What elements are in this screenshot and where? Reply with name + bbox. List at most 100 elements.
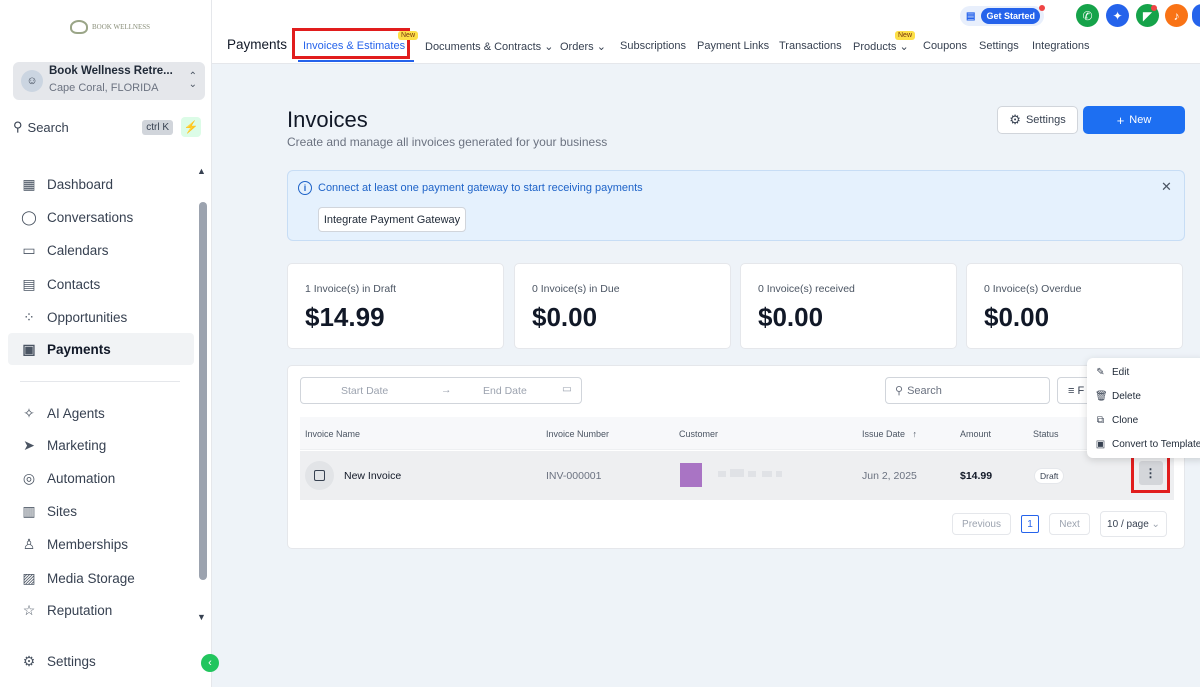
table-row[interactable]: New Invoice INV-000001 Jun 2, 2025 $14.9… <box>300 451 1174 500</box>
tab-documents-contracts[interactable]: Documents & Contracts ⌄ <box>425 40 553 53</box>
scroll-down-icon[interactable]: ▼ <box>197 612 206 622</box>
automation-icon: ◎ <box>22 469 36 486</box>
sidebar-item-opportunities[interactable]: ⁘ Opportunities <box>8 301 194 333</box>
end-date-input[interactable]: End Date <box>483 385 527 397</box>
next-page-button[interactable]: Next <box>1049 513 1090 535</box>
tab-payment-links[interactable]: Payment Links <box>697 40 769 52</box>
tab-products[interactable]: Products ⌄ <box>853 40 909 53</box>
chevron-down-icon: ⌄ <box>544 41 554 53</box>
stat-value: $0.00 <box>532 302 598 332</box>
tab-coupons[interactable]: Coupons <box>923 40 967 52</box>
new-invoice-button[interactable]: + New <box>1083 106 1185 134</box>
sidebar-item-dashboard[interactable]: ▦ Dashboard <box>8 168 194 200</box>
page-size-value: 10 / page <box>1107 518 1149 530</box>
sidebar-item-conversations[interactable]: ◯ Conversations <box>8 201 194 233</box>
menu-item-clone[interactable]: ⧉ Clone <box>1095 415 1138 426</box>
tab-settings[interactable]: Settings <box>979 40 1019 52</box>
magic-wand-icon[interactable]: ✦ <box>1106 4 1129 27</box>
stat-value: $0.00 <box>758 302 824 332</box>
sidebar-item-ai-agents[interactable]: ✧ AI Agents <box>8 397 194 429</box>
page-section-title: Payments <box>227 37 288 52</box>
page-size-select[interactable]: 10 / page ⌄ <box>1100 511 1167 537</box>
stat-label: 0 Invoice(s) in Due <box>532 283 620 295</box>
get-started-button[interactable]: Get Started <box>981 8 1040 24</box>
sites-icon: ▥ <box>22 502 36 519</box>
sidebar-item-label: Dashboard <box>47 176 114 192</box>
scroll-up-icon[interactable]: ▲ <box>197 166 206 176</box>
row-actions-menu: ✎ Edit 🗑 Delete ⧉ Clone ▣ Convert to Templat… <box>1087 358 1200 458</box>
trash-icon: 🗑 <box>1095 391 1108 402</box>
settings-button[interactable]: ⚙ Settings <box>997 106 1078 134</box>
menu-item-delete[interactable]: 🗑 Delete <box>1095 391 1141 402</box>
sidebar-item-automation[interactable]: ◎ Automation <box>8 462 194 494</box>
sidebar-item-label: Opportunities <box>47 309 128 325</box>
bell-icon[interactable]: ♪ <box>1165 4 1188 27</box>
sidebar-item-marketing[interactable]: ➤ Marketing <box>8 429 194 461</box>
plus-icon: + <box>1116 112 1125 128</box>
sidebar-item-label: Payments <box>47 341 111 357</box>
sidebar-item-settings[interactable]: ⚙ Settings <box>8 645 194 677</box>
invoice-name[interactable]: New Invoice <box>344 470 401 482</box>
sidebar-item-label: Memberships <box>47 536 129 552</box>
column-header-label: Issue Date <box>862 429 906 439</box>
calendar-icon: ▭ <box>22 241 36 258</box>
page-number-button[interactable]: 1 <box>1021 515 1039 533</box>
previous-page-button[interactable]: Previous <box>952 513 1011 535</box>
row-checkbox[interactable] <box>305 461 334 490</box>
stat-label: 0 Invoice(s) Overdue <box>984 283 1082 295</box>
sidebar-item-payments[interactable]: ▣ Payments <box>8 333 194 365</box>
sidebar-item-contacts[interactable]: ▤ Contacts <box>8 268 194 300</box>
company-logo: BOOK WELLNESS <box>70 16 150 38</box>
shortcut-hint: ctrl K <box>142 119 173 135</box>
sidebar-scrollbar[interactable] <box>199 202 207 580</box>
row-actions-button[interactable]: ⋮ <box>1131 453 1170 493</box>
sidebar-item-calendars[interactable]: ▭ Calendars <box>8 234 194 266</box>
search-placeholder: Search <box>907 384 942 397</box>
notification-dot <box>1151 5 1157 11</box>
quick-action-bolt-icon[interactable]: ⚡ <box>181 117 201 137</box>
search-icon: ⚲ <box>895 385 904 397</box>
filter-label: F <box>1077 384 1085 397</box>
sidebar-item-reputation[interactable]: ☆ Reputation <box>8 594 194 626</box>
stat-label: 0 Invoice(s) received <box>758 283 855 295</box>
table-header: Invoice Name Invoice Number Customer Iss… <box>300 417 1174 450</box>
customer-name-blurred <box>730 469 744 477</box>
column-header-issue-date[interactable]: Issue Date ↑ <box>862 429 917 439</box>
invoice-number: INV-000001 <box>546 470 602 482</box>
tab-orders[interactable]: Orders ⌄ <box>560 40 606 53</box>
menu-item-edit[interactable]: ✎ Edit <box>1095 367 1129 378</box>
active-tab-underline <box>298 60 414 62</box>
status-badge: Draft <box>1034 468 1065 484</box>
customer-name-blurred <box>776 471 782 477</box>
sidebar-item-media-storage[interactable]: ▨ Media Storage <box>8 562 194 594</box>
stat-label: 1 Invoice(s) in Draft <box>305 283 397 295</box>
collapse-sidebar-button[interactable]: ‹ <box>201 654 219 672</box>
stat-card-draft: 1 Invoice(s) in Draft $14.99 <box>287 263 504 349</box>
tab-subscriptions[interactable]: Subscriptions <box>620 40 686 52</box>
star-icon: ☆ <box>22 601 36 618</box>
integrate-gateway-button[interactable]: Integrate Payment Gateway <box>318 207 466 232</box>
date-range-picker[interactable]: Start Date → End Date ▭ <box>300 377 582 404</box>
customer-name-blurred <box>748 471 756 477</box>
tab-label: Products <box>853 41 897 53</box>
menu-item-convert-to-template[interactable]: ▣ Convert to Template <box>1095 439 1200 450</box>
sidebar-item-label: Conversations <box>47 209 134 225</box>
close-icon[interactable]: ✕ <box>1161 179 1172 195</box>
sidebar-item-sites[interactable]: ▥ Sites <box>8 495 194 527</box>
start-date-input[interactable]: Start Date <box>341 385 388 397</box>
tab-integrations[interactable]: Integrations <box>1032 40 1089 52</box>
location-switcher[interactable]: ☺ Book Wellness Retre... Cape Coral, FLOR… <box>13 62 205 100</box>
membership-icon: ♙ <box>22 535 36 552</box>
sidebar-item-memberships[interactable]: ♙ Memberships <box>8 528 194 560</box>
sidebar-search[interactable]: ⚲ Search ctrl K <box>13 114 173 140</box>
invoice-search-input[interactable]: ⚲ Search <box>885 377 1050 404</box>
menu-item-label: Delete <box>1112 391 1141 402</box>
search-icon: ⚲ <box>13 119 23 134</box>
get-started-pill[interactable]: ▤ Get Started <box>960 6 1044 26</box>
stat-value: $14.99 <box>305 302 385 332</box>
tab-transactions[interactable]: Transactions <box>779 40 842 52</box>
phone-icon[interactable]: ✆ <box>1076 4 1099 27</box>
pencil-icon: ✎ <box>1096 367 1105 378</box>
tab-invoices-estimates[interactable]: Invoices & Estimates <box>303 40 405 52</box>
column-header: Invoice Number <box>546 429 610 439</box>
